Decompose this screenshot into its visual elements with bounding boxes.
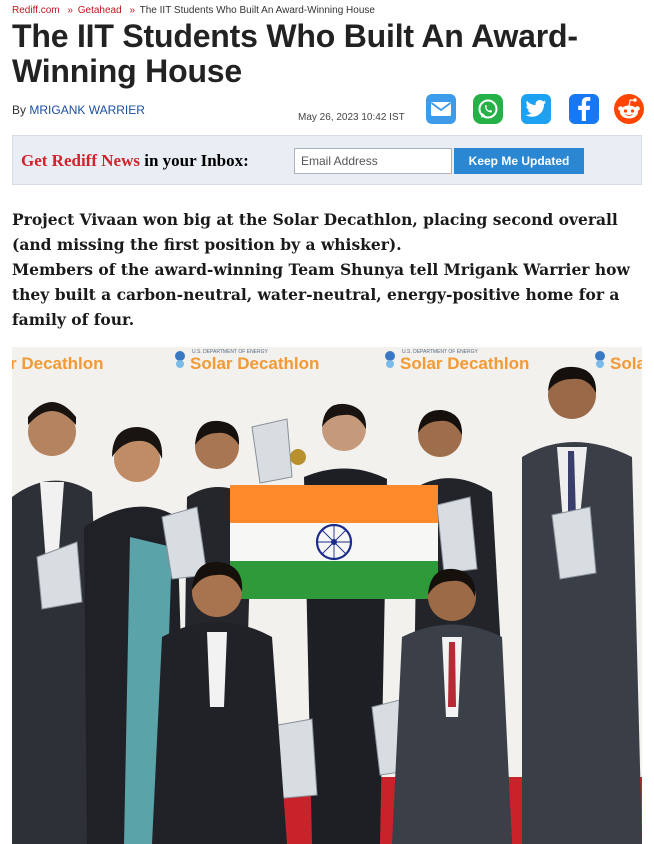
mail-icon — [430, 102, 452, 116]
newsletter-label: Get Rediff News in your Inbox: — [21, 151, 249, 171]
share-reddit-button[interactable] — [614, 94, 644, 124]
intro-paragraph-1: Project Vivaan won big at the Solar Deca… — [12, 210, 618, 254]
breadcrumb-section-link[interactable]: Getahead — [78, 5, 122, 16]
email-input[interactable] — [294, 148, 452, 174]
breadcrumb-separator: » — [67, 5, 73, 16]
breadcrumb-home-link[interactable]: Rediff.com — [12, 5, 60, 16]
twitter-icon — [525, 100, 547, 117]
indian-flag — [230, 485, 438, 599]
share-facebook-button[interactable] — [569, 94, 599, 124]
keep-me-updated-button[interactable]: Keep Me Updated — [454, 148, 584, 174]
author-link[interactable]: MRIGANK WARRIER — [29, 103, 145, 117]
intro-paragraph-2: Members of the award-winning Team Shunya… — [12, 260, 630, 329]
newsletter-label-text: in your Inbox: — [139, 151, 249, 170]
breadcrumb-current: The IIT Students Who Built An Award-Winn… — [139, 5, 375, 16]
svg-text:Solar Decathlon: Solar Decathlon — [190, 354, 319, 373]
trophy-globe — [290, 449, 306, 465]
newsletter-subscribe-box: Get Rediff News in your Inbox: Keep Me U… — [12, 135, 642, 185]
share-email-button[interactable] — [426, 94, 456, 124]
breadcrumb: Rediff.com » Getahead » The IIT Students… — [12, 5, 375, 16]
article-title: The IIT Students Who Built An Award-Winn… — [12, 18, 578, 89]
share-twitter-button[interactable] — [521, 94, 551, 124]
backdrop-logo-text: r Decathlon — [12, 354, 104, 373]
breadcrumb-separator: » — [129, 5, 136, 16]
svg-text:Solar Decathlon: Solar Decathlon — [400, 354, 529, 373]
byline: By MRIGANK WARRIER — [12, 103, 145, 117]
trophy — [436, 496, 478, 574]
article-date: May 26, 2023 10:42 IST — [298, 112, 405, 123]
facebook-icon — [578, 97, 591, 121]
svg-text:Sola: Sola — [610, 354, 642, 373]
reddit-icon — [618, 98, 640, 119]
newsletter-label-brand: Get Rediff News — [21, 151, 140, 170]
article-intro: Project Vivaan won big at the Solar Deca… — [12, 207, 642, 332]
team-photo-illustration: r Decathlon U.S. DEPARTMENT OF ENERGY So… — [12, 347, 642, 844]
trophy — [551, 506, 597, 580]
share-whatsapp-button[interactable] — [473, 94, 503, 124]
team-photo: r Decathlon U.S. DEPARTMENT OF ENERGY So… — [12, 347, 642, 844]
byline-prefix: By — [12, 103, 27, 117]
whatsapp-icon — [478, 99, 498, 119]
